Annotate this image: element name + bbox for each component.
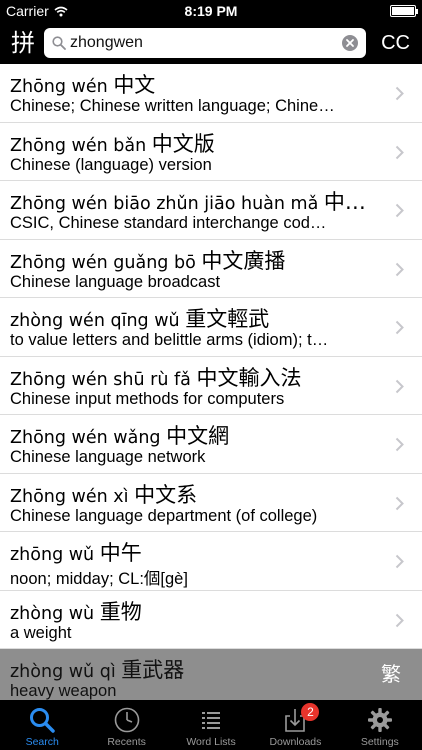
result-row[interactable]: Zhōng wén 中文 Chinese; Chinese written lan… <box>0 64 422 123</box>
result-hanzi: 重物 <box>99 599 142 624</box>
result-headword: Zhōng wén wǎng 中文網 <box>10 420 382 450</box>
result-row[interactable]: Zhōng wén guǎng bō 中文廣播 Chinese language … <box>0 239 422 298</box>
result-headword: Zhōng wén 中文 <box>10 69 382 99</box>
result-row[interactable]: Zhōng wén bǎn 中文版 Chinese (language) vers… <box>0 122 422 181</box>
result-definition: Chinese (language) version <box>10 155 212 174</box>
result-pinyin: Zhōng wén bǎn <box>10 135 147 156</box>
tab-search[interactable]: Search <box>0 700 84 750</box>
chevron-right-icon <box>395 613 404 627</box>
result-definition: Chinese language network <box>10 448 206 466</box>
result-headword: zhōng wǔ 中午 <box>10 537 382 567</box>
status-time: 8:19 PM <box>184 3 238 19</box>
result-pinyin: Zhōng wén shū rù fǎ <box>10 369 191 390</box>
result-definition: to value letters and belittle arms (idio… <box>10 331 329 349</box>
result-row[interactable]: Zhōng wén wǎng 中文網 Chinese language netwo… <box>0 415 422 474</box>
result-hanzi: 中… <box>323 190 366 214</box>
chevron-right-icon <box>395 86 404 101</box>
result-headword: Zhōng wén shū rù fǎ 中文輸入法 <box>10 362 382 392</box>
tab-label: Search <box>25 736 59 748</box>
result-definition: CSIC, Chinese standard interchange cod… <box>10 214 327 232</box>
result-headword: zhòng wǔ qì 重武器 <box>10 654 382 684</box>
search-box[interactable] <box>44 28 366 58</box>
tab-label: Downloads <box>269 736 322 748</box>
result-headword: zhòng wù 重物 <box>10 596 382 626</box>
result-pinyin: Zhōng wén biāo zhǔn jiāo huàn mǎ <box>10 194 319 214</box>
result-headword: Zhōng wén xì 中文系 <box>10 479 382 509</box>
battery-level <box>392 7 414 15</box>
result-hanzi: 中文 <box>113 73 156 97</box>
result-pinyin: Zhōng wén xì <box>10 486 129 507</box>
search-input[interactable] <box>70 28 334 58</box>
result-hanzi: 中文網 <box>166 424 230 448</box>
result-row[interactable]: Zhōng wén biāo zhǔn jiāo huàn mǎ 中… CSIC,… <box>0 181 422 240</box>
result-definition: Chinese language department (of college) <box>10 506 318 525</box>
result-headword: Zhōng wén biāo zhǔn jiāo huàn mǎ 中… <box>10 186 382 216</box>
clock-icon <box>114 707 139 733</box>
tab-word-lists[interactable]: Word Lists <box>169 700 253 750</box>
result-pinyin: zhōng wǔ <box>10 545 95 565</box>
clear-icon[interactable] <box>342 35 358 51</box>
nav-bar: 拼 CC <box>0 22 422 64</box>
tab-settings[interactable]: Settings <box>338 700 422 750</box>
result-pinyin: Zhōng wén <box>10 77 108 97</box>
result-pinyin: zhòng wǔ qì <box>10 662 116 682</box>
chevron-right-icon <box>395 379 404 393</box>
result-definition: a weight <box>10 623 72 642</box>
result-hanzi: 中文版 <box>151 131 215 156</box>
result-definition: Chinese language broadcast <box>10 272 221 291</box>
chevron-right-icon <box>395 262 404 276</box>
result-definition: noon; midday; CL:個[gè] <box>10 570 188 588</box>
chevron-right-icon <box>395 145 404 159</box>
result-pinyin: Zhōng wén guǎng bō <box>10 252 196 273</box>
result-row[interactable]: zhòng wén qīng wǔ 重文輕武 to value letters a… <box>0 298 422 357</box>
result-pinyin: Zhōng wén wǎng <box>10 428 161 448</box>
result-headword: Zhōng wén guǎng bō 中文廣播 <box>10 245 382 275</box>
result-hanzi: 重文輕武 <box>185 307 270 331</box>
pinyin-toggle-button[interactable]: 拼 <box>8 28 38 58</box>
result-hanzi: 中文廣播 <box>201 248 286 273</box>
result-row[interactable]: zhòng wù 重物 a weight <box>0 590 422 649</box>
chevron-right-icon <box>395 203 404 218</box>
chevron-right-icon <box>395 496 404 510</box>
chevron-right-icon <box>395 320 404 335</box>
tab-label: Word Lists <box>186 736 236 748</box>
result-pinyin: zhòng wù <box>10 603 95 624</box>
status-bar: Carrier 8:19 PM <box>0 0 422 22</box>
tab-recents[interactable]: Recents <box>84 700 168 750</box>
cc-button[interactable]: CC <box>381 28 410 58</box>
result-headword: Zhōng wén bǎn 中文版 <box>10 128 382 158</box>
result-row[interactable]: Zhōng wén xì 中文系 Chinese language departm… <box>0 473 422 532</box>
downloads-badge: 2 <box>301 703 320 721</box>
gear-icon <box>367 708 392 732</box>
search-icon <box>30 708 55 733</box>
traditional-toggle-button[interactable]: 繁 <box>378 661 404 687</box>
search-icon <box>52 36 66 50</box>
result-definition: heavy weapon <box>10 682 117 700</box>
result-hanzi: 中文輸入法 <box>196 365 302 390</box>
result-row[interactable]: zhòng wǔ qì 重武器 heavy weapon 繁 <box>0 649 422 700</box>
result-hanzi: 中文系 <box>134 482 198 507</box>
result-definition: Chinese input methods for computers <box>10 389 285 408</box>
result-headword: zhòng wén qīng wǔ 重文輕武 <box>10 303 382 333</box>
result-row[interactable]: Zhōng wén shū rù fǎ 中文輸入法 Chinese input m… <box>0 356 422 415</box>
results-list[interactable]: Zhōng wén 中文 Chinese; Chinese written lan… <box>0 64 422 700</box>
result-pinyin: zhòng wén qīng wǔ <box>10 311 180 331</box>
tab-label: Recents <box>107 736 146 748</box>
tab-label: Settings <box>360 736 399 748</box>
chevron-right-icon <box>395 437 404 452</box>
result-row[interactable]: zhōng wǔ 中午 noon; midday; CL:個[gè] <box>0 532 422 591</box>
tab-bar: Search Recents Word Lists 2 Downloads Se… <box>0 700 422 750</box>
result-definition: Chinese; Chinese written language; Chine… <box>10 97 335 115</box>
tab-downloads[interactable]: 2 Downloads <box>253 700 337 750</box>
chevron-right-icon <box>395 554 404 569</box>
result-hanzi: 重武器 <box>121 658 185 682</box>
battery-icon <box>390 5 418 17</box>
list-icon <box>202 712 221 729</box>
result-hanzi: 中午 <box>99 541 142 565</box>
